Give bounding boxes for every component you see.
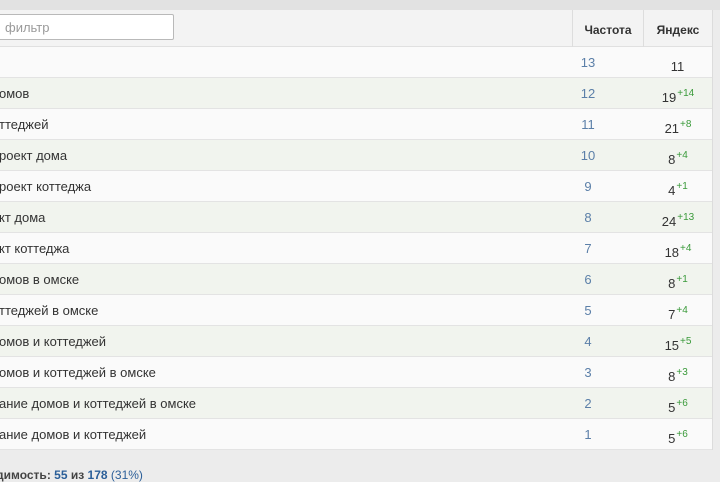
- table-row: омов 12 19+14: [0, 78, 712, 109]
- results-table: Частота Яндекс 1311омов1219+14ттеджей112…: [0, 10, 713, 450]
- yandex-position-change: +6: [676, 429, 688, 440]
- table-row: 13 11: [0, 47, 712, 78]
- filter-input[interactable]: [0, 14, 174, 40]
- table-row: ттеджей в омске 5 7+4: [0, 295, 712, 326]
- yandex-cell: 15+5: [644, 326, 712, 356]
- table-row: роект дома 10 8+4: [0, 140, 712, 171]
- yandex-position: 4: [668, 183, 676, 198]
- yandex-position-change: +4: [676, 305, 688, 316]
- phrase-text: ттеджей: [0, 117, 49, 132]
- frequency-link[interactable]: 2: [573, 388, 603, 418]
- table-row: ание домов и коттеджей в омске 2 5+6: [0, 388, 712, 419]
- yandex-position-change: +5: [680, 336, 692, 347]
- yandex-cell: 4+1: [644, 171, 712, 201]
- column-header-frequency[interactable]: Частота: [573, 10, 643, 46]
- phrase-text: кт коттеджа: [0, 241, 70, 256]
- yandex-position: 5: [668, 400, 676, 415]
- frequency-link[interactable]: 6: [573, 264, 603, 294]
- table-row: кт дома 8 24+13: [0, 202, 712, 233]
- yandex-position-change: +4: [680, 243, 692, 254]
- frequency-link[interactable]: 5: [573, 295, 603, 325]
- table-row: роект коттеджа 9 4+1: [0, 171, 712, 202]
- frequency-link[interactable]: 13: [573, 47, 603, 77]
- yandex-position-change: +8: [680, 119, 692, 130]
- yandex-cell: 7+4: [644, 295, 712, 325]
- frequency-link[interactable]: 4: [573, 326, 603, 356]
- yandex-position: 21: [664, 121, 680, 136]
- frequency-link[interactable]: 9: [573, 171, 603, 201]
- table-row: омов в омске 6 8+1: [0, 264, 712, 295]
- yandex-cell: 8+4: [644, 140, 712, 170]
- table-header: Частота Яндекс: [0, 10, 712, 47]
- yandex-position: 8: [668, 369, 676, 384]
- frequency-link[interactable]: 7: [573, 233, 603, 263]
- table-row: ание домов и коттеджей 1 5+6: [0, 419, 712, 450]
- phrase-text: ттеджей в омске: [0, 303, 99, 318]
- frequency-link[interactable]: 11: [573, 109, 603, 139]
- yandex-cell: 21+8: [644, 109, 712, 139]
- yandex-position: 8: [668, 276, 676, 291]
- yandex-position: 8: [668, 152, 676, 167]
- phrase-text: омов: [0, 86, 30, 101]
- yandex-cell: 11: [644, 47, 712, 77]
- top-strip: [0, 0, 720, 10]
- yandex-cell: 5+6: [644, 419, 712, 449]
- frequency-link[interactable]: 8: [573, 202, 603, 232]
- yandex-cell: 8+1: [644, 264, 712, 294]
- yandex-position: 7: [668, 307, 676, 322]
- table-row: омов и коттеджей 4 15+5: [0, 326, 712, 357]
- yandex-position-change: +6: [676, 398, 688, 409]
- phrase-text: роект дома: [0, 148, 68, 163]
- phrase-text: омов в омске: [0, 272, 80, 287]
- frequency-link[interactable]: 1: [573, 419, 603, 449]
- yandex-cell: 19+14: [644, 78, 712, 108]
- frequency-link[interactable]: 3: [573, 357, 603, 387]
- yandex-cell: 18+4: [644, 233, 712, 263]
- phrase-text: роект коттеджа: [0, 179, 92, 194]
- column-header-yandex[interactable]: Яндекс: [644, 10, 712, 46]
- frequency-link[interactable]: 10: [573, 140, 603, 170]
- yandex-position-change: +14: [677, 88, 695, 99]
- phrase-text: омов и коттеджей: [0, 334, 107, 349]
- yandex-position: 5: [668, 431, 676, 446]
- phrase-text: кт дома: [0, 210, 46, 225]
- yandex-cell: 24+13: [644, 202, 712, 232]
- table-row: ттеджей 11 21+8: [0, 109, 712, 140]
- yandex-position-change: +13: [677, 212, 695, 223]
- yandex-position: 11: [670, 59, 685, 74]
- yandex-position-change: +4: [676, 150, 688, 161]
- table-row: омов и коттеджей в омске 3 8+3: [0, 357, 712, 388]
- table-body: 13 11 омов 12 19+14 ттеджей 11 21+8 роект дома 10…: [0, 47, 712, 450]
- yandex-cell: 8+3: [644, 357, 712, 387]
- frequency-link[interactable]: 12: [573, 78, 603, 108]
- yandex-cell: 5+6: [644, 388, 712, 418]
- yandex-position: 24: [661, 214, 677, 229]
- yandex-position: 15: [664, 338, 680, 353]
- yandex-position: 18: [664, 245, 680, 260]
- yandex-position-change: +3: [676, 367, 688, 378]
- yandex-position-change: +1: [676, 274, 688, 285]
- phrase-text: омов и коттеджей в омске: [0, 365, 156, 380]
- phrase-text: ание домов и коттеджей в омске: [0, 396, 197, 411]
- phrase-text: ание домов и коттеджей: [0, 427, 147, 442]
- yandex-position-change: +1: [676, 181, 688, 192]
- yandex-position: 19: [661, 90, 677, 105]
- table-row: кт коттеджа 7 18+4: [0, 233, 712, 264]
